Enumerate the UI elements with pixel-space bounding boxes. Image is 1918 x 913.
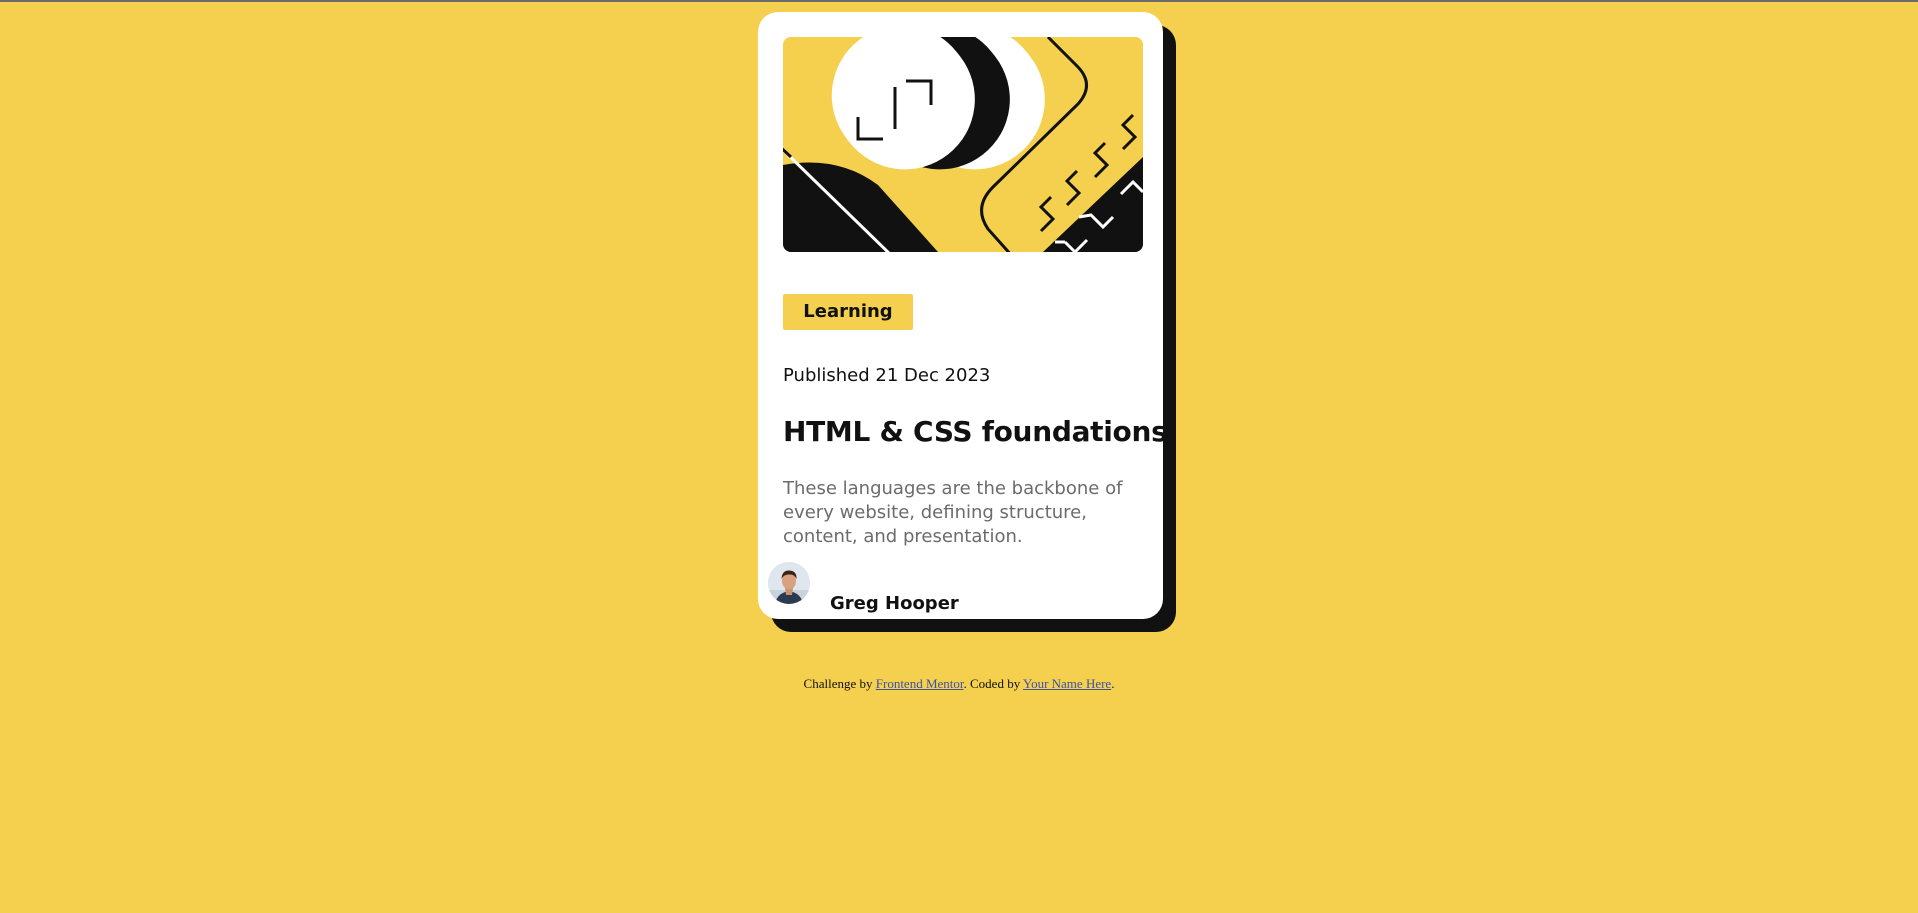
attribution-middle: . Coded by <box>963 676 1023 691</box>
attribution-prefix: Challenge by <box>803 676 876 691</box>
frontend-mentor-link[interactable]: Frontend Mentor <box>876 676 964 691</box>
top-border <box>0 0 1918 2</box>
author-website-link[interactable]: Your Name Here <box>1023 676 1111 691</box>
category-badge: Learning <box>783 294 913 330</box>
attribution-suffix: . <box>1111 676 1115 691</box>
attribution: Challenge by Frontend Mentor. Coded by Y… <box>0 676 1918 692</box>
card-title[interactable]: HTML & CSS foundations <box>783 415 1168 448</box>
abstract-illustration-icon <box>783 37 1143 252</box>
blog-preview-card: Learning Published 21 Dec 2023 HTML & CS… <box>758 12 1168 619</box>
avatar-icon <box>768 562 810 604</box>
card-description: These languages are the backbone of ever… <box>783 478 1123 547</box>
author-name: Greg Hooper <box>830 593 959 614</box>
published-date: Published 21 Dec 2023 <box>783 365 991 386</box>
